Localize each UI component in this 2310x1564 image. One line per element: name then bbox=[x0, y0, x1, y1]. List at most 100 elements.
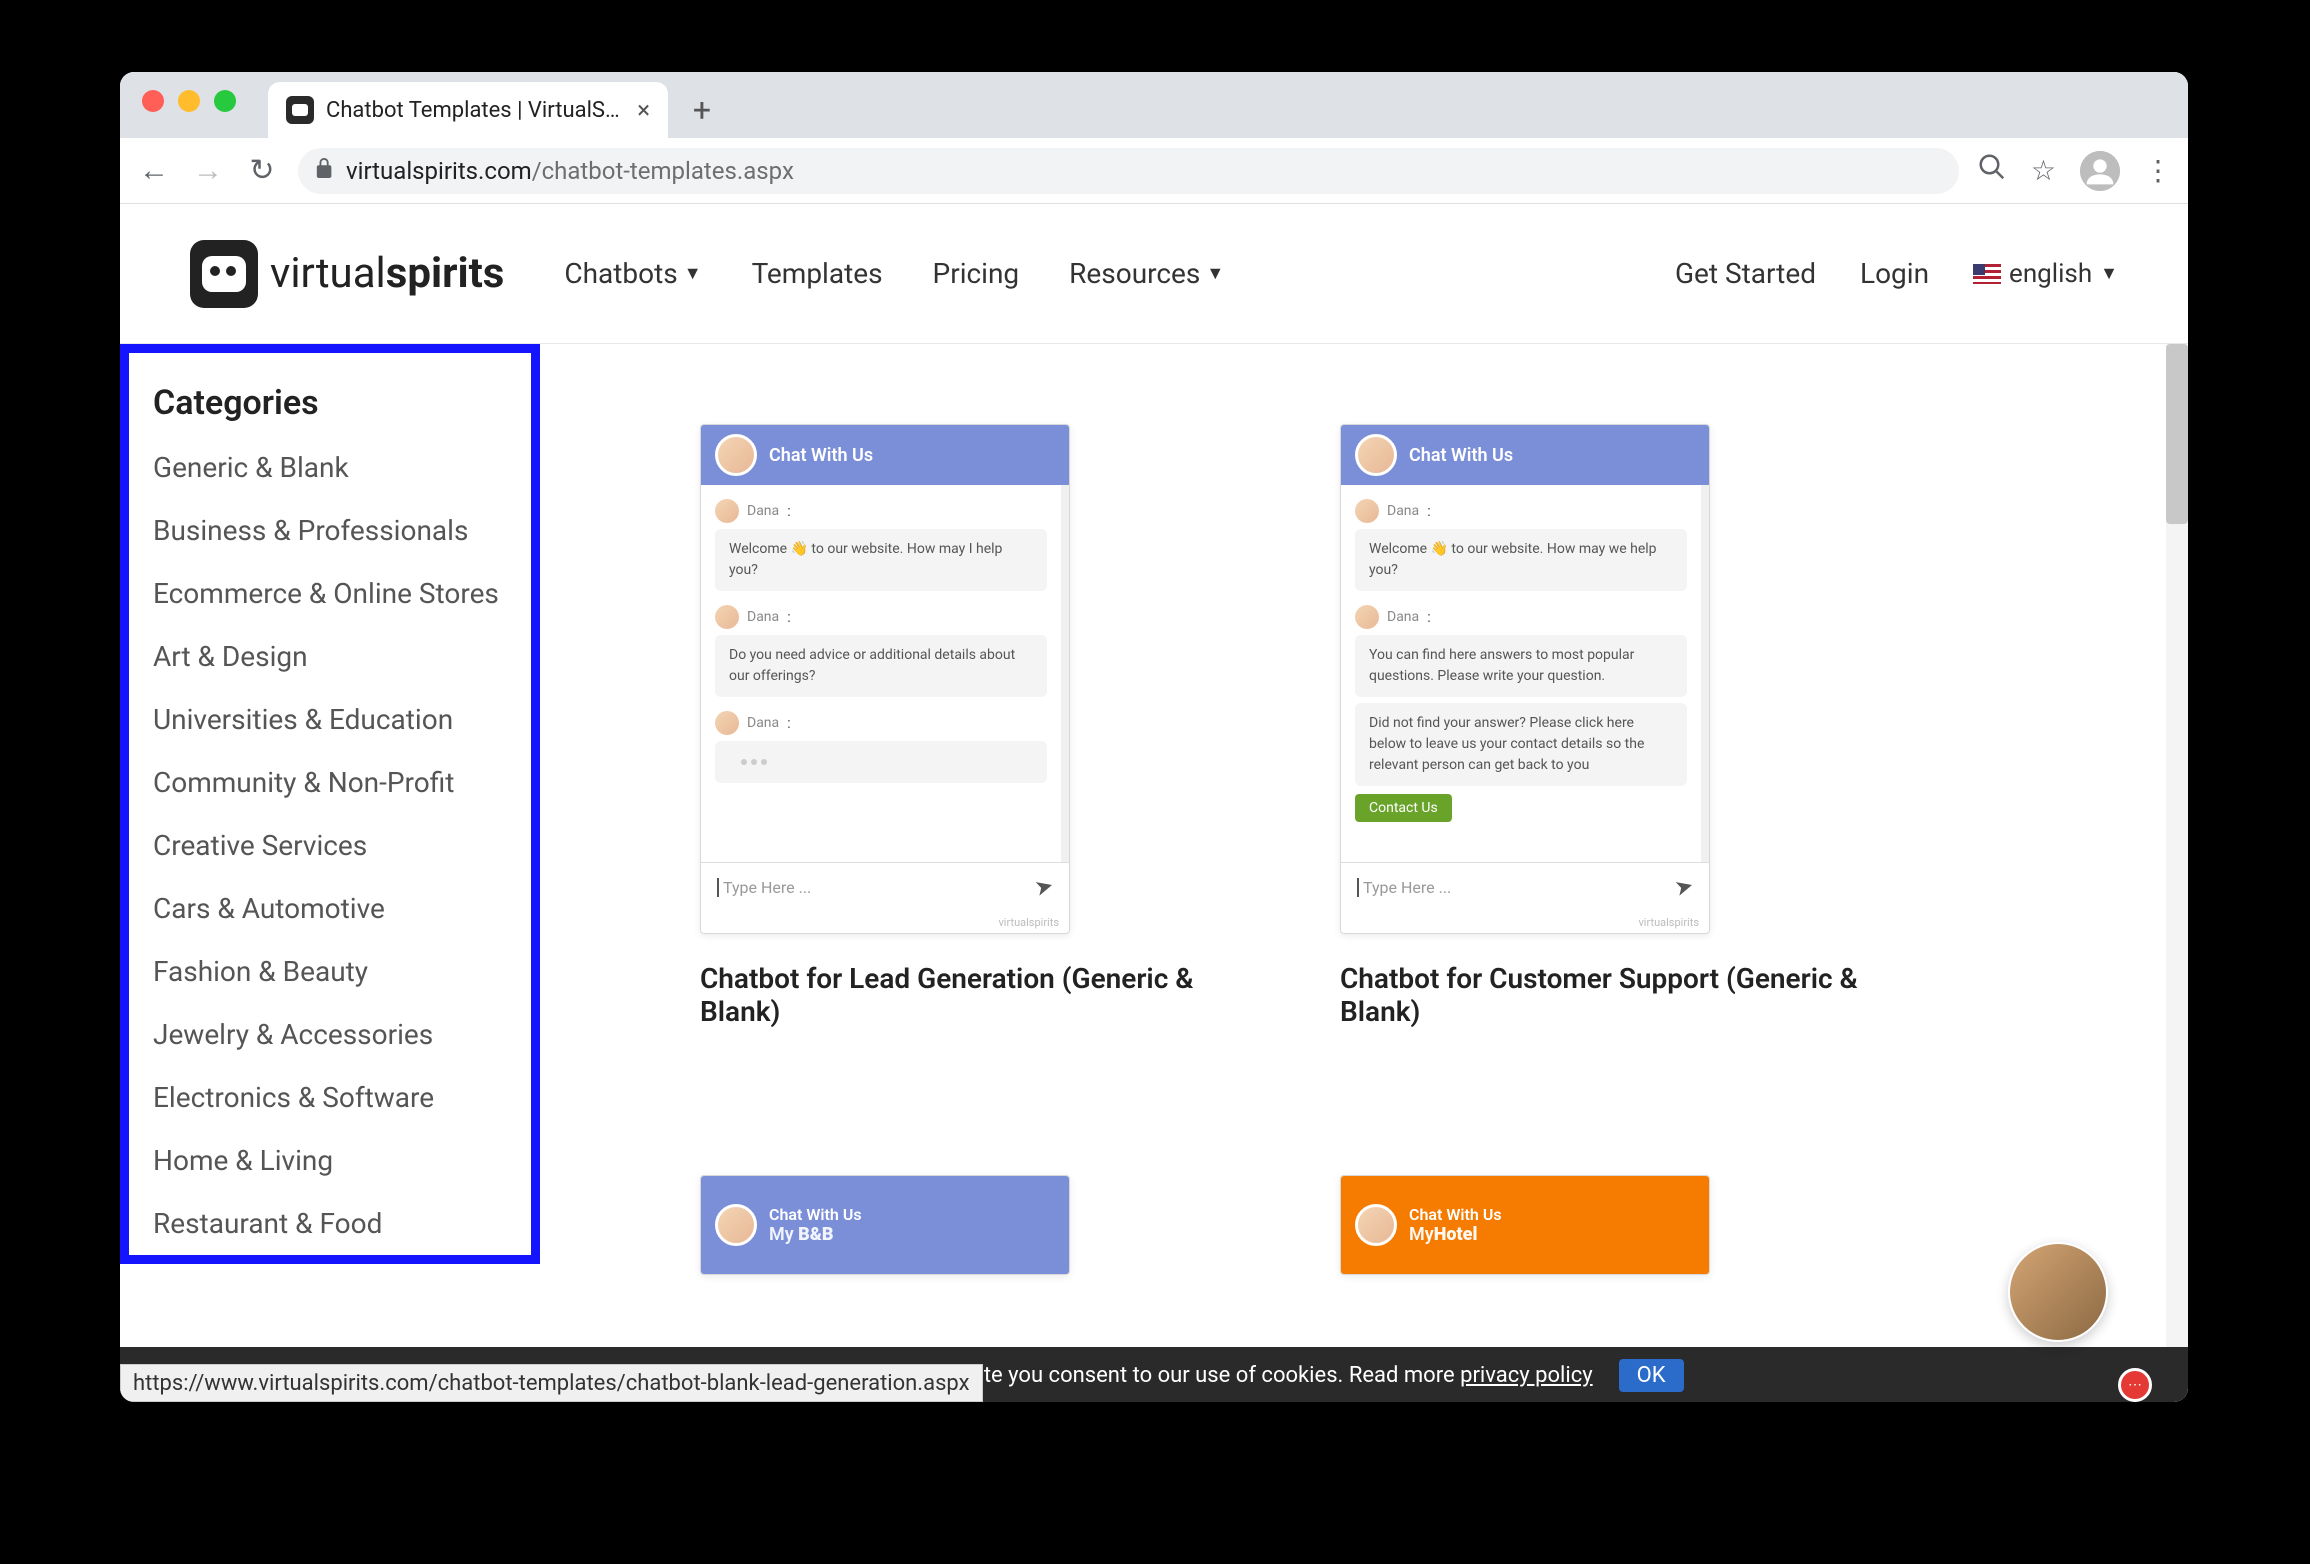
avatar bbox=[715, 711, 739, 735]
sidebar-item[interactable]: Ecommerce & Online Stores bbox=[153, 577, 511, 610]
minimize-window-button[interactable] bbox=[178, 90, 200, 112]
bookmark-icon[interactable]: ☆ bbox=[2031, 154, 2056, 187]
chat-message: You can find here answers to most popula… bbox=[1355, 635, 1687, 697]
sidebar-title: Categories bbox=[153, 383, 511, 423]
nav-resources[interactable]: Resources▼ bbox=[1069, 257, 1224, 290]
lock-icon bbox=[316, 158, 334, 183]
sidebar-item[interactable]: Restaurant & Food bbox=[153, 1207, 511, 1240]
profile-button[interactable] bbox=[2080, 151, 2120, 191]
address-bar: ← → ↻ virtualspirits.com/chatbot-templat… bbox=[120, 138, 2188, 204]
sidebar-item[interactable]: Fashion & Beauty bbox=[153, 955, 511, 988]
login-link[interactable]: Login bbox=[1860, 257, 1929, 290]
chat-message: Welcome 👋 to our website. How may I help… bbox=[715, 529, 1047, 591]
page-content: virtualspirits Chatbots▼ Templates Prici… bbox=[120, 204, 2188, 1402]
sidebar-item[interactable]: Cars & Automotive bbox=[153, 892, 511, 925]
avatar bbox=[715, 499, 739, 523]
chat-preview: Chat With Us MyHotel bbox=[1340, 1175, 1710, 1275]
avatar bbox=[1355, 605, 1379, 629]
template-card[interactable]: Chat With Us Dana: Welcome 👋 to our webs… bbox=[700, 424, 1260, 1115]
close-window-button[interactable] bbox=[142, 90, 164, 112]
logo[interactable]: virtualspirits bbox=[190, 240, 504, 308]
chat-message: Do you need advice or additional details… bbox=[715, 635, 1047, 697]
avatar bbox=[715, 605, 739, 629]
reload-button[interactable]: ↻ bbox=[244, 153, 280, 188]
avatar bbox=[715, 1204, 757, 1246]
browser-tab[interactable]: Chatbot Templates | VirtualSpi... × bbox=[268, 82, 668, 138]
sidebar-item[interactable]: Business & Professionals bbox=[153, 514, 511, 547]
templates-grid: Chat With Us Dana: Welcome 👋 to our webs… bbox=[700, 344, 1940, 1402]
logo-icon bbox=[190, 240, 258, 308]
sidebar-item[interactable]: Generic & Blank bbox=[153, 451, 511, 484]
chat-message: Welcome 👋 to our website. How may we hel… bbox=[1355, 529, 1687, 591]
template-title: Chatbot for Lead Generation (Generic & B… bbox=[700, 962, 1260, 1028]
nav-pricing[interactable]: Pricing bbox=[933, 257, 1020, 290]
typing-indicator bbox=[715, 741, 1047, 783]
chat-brand: virtualspirits bbox=[1341, 912, 1709, 933]
sidebar-item[interactable]: Jewelry & Accessories bbox=[153, 1018, 511, 1051]
nav-right: Get Started Login english ▼ bbox=[1675, 257, 2118, 290]
back-button[interactable]: ← bbox=[136, 153, 172, 188]
send-icon: ➤ bbox=[1032, 873, 1056, 902]
nav-menu: Chatbots▼ Templates Pricing Resources▼ bbox=[564, 257, 1224, 290]
sidebar-item[interactable]: Art & Design bbox=[153, 640, 511, 673]
sidebar-item[interactable]: Universities & Education bbox=[153, 703, 511, 736]
chat-header: Chat With Us My B&B bbox=[701, 1176, 1069, 1274]
status-bar: https://www.virtualspirits.com/chatbot-t… bbox=[120, 1364, 983, 1402]
chat-body: Dana: Welcome 👋 to our website. How may … bbox=[1341, 485, 1709, 862]
language-selector[interactable]: english ▼ bbox=[1973, 259, 2118, 289]
categories-sidebar: Categories Generic & Blank Business & Pr… bbox=[120, 344, 540, 1264]
flag-icon bbox=[1973, 264, 2001, 284]
tab-bar: Chatbot Templates | VirtualSpi... × + bbox=[120, 72, 2188, 138]
get-started-link[interactable]: Get Started bbox=[1675, 257, 1816, 290]
avatar bbox=[1355, 1204, 1397, 1246]
maximize-window-button[interactable] bbox=[214, 90, 236, 112]
chat-body: Dana: Welcome 👋 to our website. How may … bbox=[701, 485, 1069, 862]
chevron-down-icon: ▼ bbox=[1206, 263, 1224, 284]
template-card[interactable]: Chat With Us MyHotel bbox=[1340, 1175, 1900, 1362]
search-icon[interactable] bbox=[1977, 152, 2007, 189]
chat-widget-avatar bbox=[2008, 1242, 2108, 1342]
sidebar-item[interactable]: Creative Services bbox=[153, 829, 511, 862]
forward-button[interactable]: → bbox=[190, 153, 226, 188]
main-area: Categories Generic & Blank Business & Pr… bbox=[120, 344, 2188, 1402]
avatar bbox=[1355, 499, 1379, 523]
template-card[interactable]: Chat With Us My B&B bbox=[700, 1175, 1260, 1362]
toolbar-right: ☆ ⋮ bbox=[1977, 151, 2172, 191]
contact-us-button: Contact Us bbox=[1355, 794, 1452, 822]
avatar bbox=[715, 434, 757, 476]
sidebar-item[interactable]: Electronics & Software bbox=[153, 1081, 511, 1114]
send-icon: ➤ bbox=[1672, 873, 1696, 902]
chat-preview: Chat With Us My B&B bbox=[700, 1175, 1070, 1275]
avatar bbox=[1355, 434, 1397, 476]
chat-preview: Chat With Us Dana: Welcome 👋 to our webs… bbox=[1340, 424, 1710, 934]
favicon-icon bbox=[286, 96, 314, 124]
chat-header: Chat With Us bbox=[701, 425, 1069, 485]
url-input[interactable]: virtualspirits.com/chatbot-templates.asp… bbox=[298, 148, 1959, 194]
logo-text: virtualspirits bbox=[270, 249, 504, 298]
sidebar-item[interactable]: Home & Living bbox=[153, 1144, 511, 1177]
sidebar-list: Generic & Blank Business & Professionals… bbox=[153, 451, 511, 1240]
browser-chrome: Chatbot Templates | VirtualSpi... × + ← … bbox=[120, 72, 2188, 204]
close-tab-button[interactable]: × bbox=[637, 96, 650, 124]
new-tab-button[interactable]: + bbox=[678, 86, 726, 134]
chat-brand: virtualspirits bbox=[701, 912, 1069, 933]
site-header: virtualspirits Chatbots▼ Templates Prici… bbox=[120, 204, 2188, 344]
chat-badge-icon: ⋯ bbox=[2118, 1368, 2152, 1402]
privacy-policy-link[interactable]: privacy policy bbox=[1460, 1363, 1593, 1388]
chevron-down-icon: ▼ bbox=[684, 263, 702, 284]
tab-title: Chatbot Templates | VirtualSpi... bbox=[326, 98, 625, 123]
scrollbar[interactable] bbox=[2166, 344, 2188, 1402]
chat-preview: Chat With Us Dana: Welcome 👋 to our webs… bbox=[700, 424, 1070, 934]
template-card[interactable]: Chat With Us Dana: Welcome 👋 to our webs… bbox=[1340, 424, 1900, 1115]
template-title: Chatbot for Customer Support (Generic & … bbox=[1340, 962, 1900, 1028]
menu-button[interactable]: ⋮ bbox=[2144, 154, 2172, 187]
nav-chatbots[interactable]: Chatbots▼ bbox=[564, 257, 701, 290]
url-text: virtualspirits.com/chatbot-templates.asp… bbox=[346, 157, 794, 185]
scroll-thumb[interactable] bbox=[2166, 344, 2188, 524]
browser-window: Chatbot Templates | VirtualSpi... × + ← … bbox=[120, 72, 2188, 1402]
cookie-ok-button[interactable]: OK bbox=[1619, 1359, 1684, 1392]
chat-input: Type Here ... ➤ bbox=[701, 862, 1069, 912]
chat-header: Chat With Us bbox=[1341, 425, 1709, 485]
sidebar-item[interactable]: Community & Non-Profit bbox=[153, 766, 511, 799]
nav-templates[interactable]: Templates bbox=[752, 257, 883, 290]
